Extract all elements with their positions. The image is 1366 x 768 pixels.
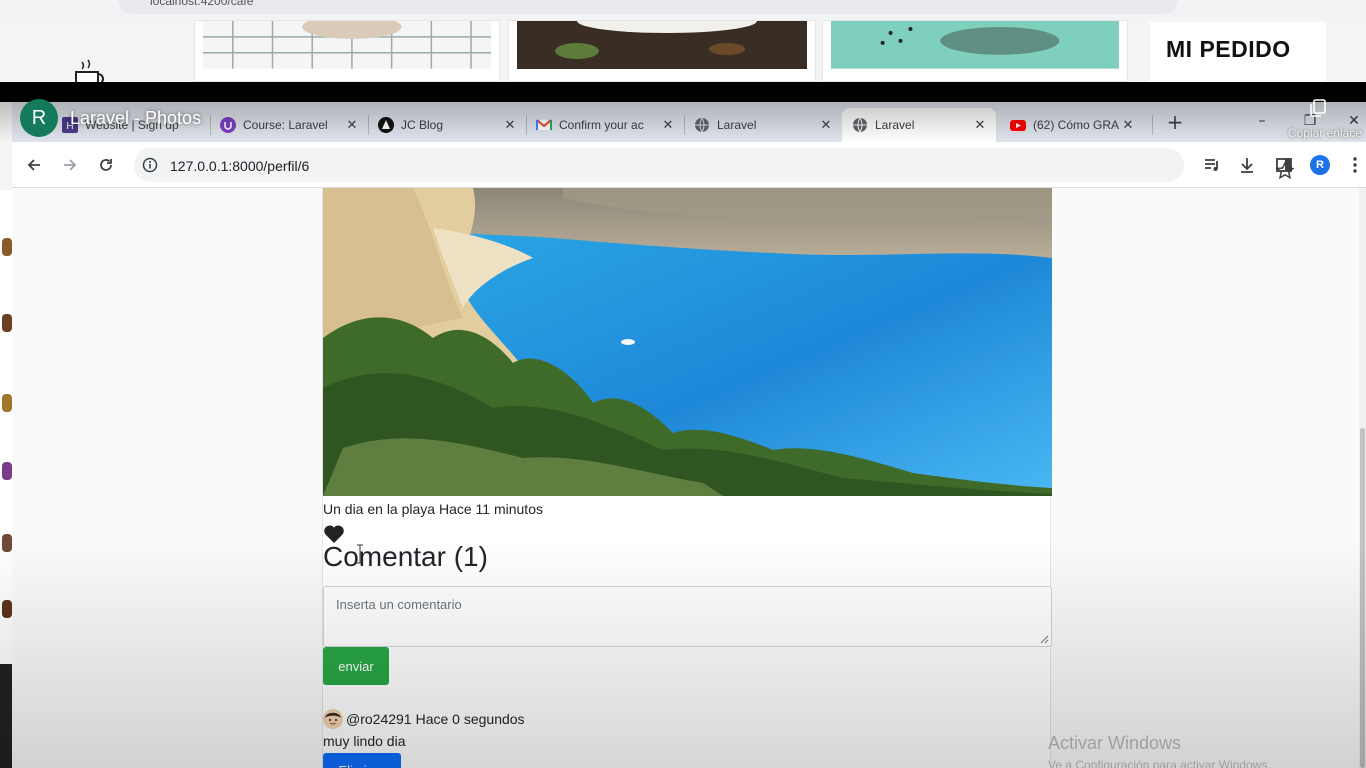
product-image [517, 21, 807, 69]
copy-icon [1310, 99, 1326, 117]
background-sidebar [0, 190, 12, 668]
close-icon[interactable]: ✕ [502, 117, 518, 133]
send-button[interactable]: enviar [323, 647, 389, 685]
post-caption: Un dia en la playa Hace 11 minutos [323, 501, 543, 517]
food-thumbnail [2, 394, 12, 412]
activation-subtitle: Ve a Configuración para activar Windows. [1048, 758, 1271, 768]
url-text[interactable]: 127.0.0.1:8000/perfil/6 [170, 158, 309, 174]
tab-strip: H Website | Sign up Course: Laravel ✕ JC… [12, 102, 1366, 142]
food-thumbnail [2, 534, 12, 552]
food-thumbnail [2, 600, 12, 618]
address-bar[interactable]: 127.0.0.1:8000/perfil/6 [134, 148, 1295, 182]
order-panel-title: MI PEDIDO [1166, 36, 1291, 62]
text-cursor-icon [357, 544, 363, 564]
comment-input[interactable] [323, 586, 1052, 647]
delete-comment-button[interactable]: Eliminar [323, 753, 401, 768]
tab-title: Confirm your ac [559, 118, 644, 132]
gmail-favicon-icon [536, 119, 552, 130]
tab-laravel-active[interactable]: Laravel ✕ [842, 108, 996, 142]
comment-text: muy lindo dia [323, 733, 406, 749]
forward-button[interactable] [58, 153, 82, 177]
comments-heading: Comentar (1) [323, 541, 488, 572]
channel-avatar[interactable]: R [20, 99, 58, 137]
product-card[interactable] [822, 20, 1128, 82]
comment-time: Hace 0 segundos [415, 711, 525, 727]
comment-meta: @ro24291 Hace 0 segundos [323, 708, 525, 730]
cafe-logo: Fresh COFF [4, 28, 116, 129]
scrollbar-thumb[interactable] [1360, 428, 1365, 768]
tab-title: Course: Laravel [243, 118, 328, 132]
page-scrollbar[interactable] [1359, 188, 1366, 768]
info-icon[interactable] [142, 157, 158, 173]
course-favicon-icon [220, 117, 236, 133]
background-edge [0, 664, 12, 768]
tab-title: Laravel [875, 118, 915, 132]
tab-youtube[interactable]: (62) Cómo GRA ✕ [1000, 108, 1144, 142]
download-icon[interactable] [1237, 155, 1257, 175]
close-icon[interactable]: ✕ [1120, 117, 1136, 133]
food-thumbnail [2, 462, 12, 480]
side-panel-icon[interactable] [1274, 155, 1294, 175]
video-title[interactable]: Laravel - Photos [70, 108, 201, 129]
tab-title: Laravel [717, 118, 757, 132]
tab-jc-blog[interactable]: JC Blog ✕ [368, 108, 526, 142]
blog-favicon-icon [378, 117, 394, 133]
reload-icon [100, 159, 112, 171]
food-thumbnail [2, 238, 12, 256]
close-icon[interactable]: ✕ [972, 117, 988, 133]
arrow-right-icon [64, 159, 77, 171]
globe-icon [853, 117, 867, 133]
post-card: Un dia en la playa Hace 11 minutos Comen… [322, 188, 1052, 768]
browser-toolbar: 127.0.0.1:8000/perfil/6 R [12, 142, 1366, 188]
reload-button[interactable] [94, 153, 118, 177]
minimize-button[interactable]: – [1250, 110, 1274, 134]
close-icon[interactable]: ✕ [344, 117, 360, 133]
resize-grip-icon[interactable] [1039, 634, 1049, 644]
new-tab-button[interactable]: + [1164, 112, 1186, 134]
product-image [831, 21, 1119, 69]
activation-title: Activar Windows [1048, 733, 1182, 753]
close-icon[interactable]: ✕ [660, 117, 676, 133]
more-menu-icon[interactable] [1348, 155, 1362, 175]
video-top-band [0, 82, 1366, 102]
windows-activation-watermark: Activar Windows Ve a Configuración para … [1048, 733, 1271, 768]
tab-title: (62) Cómo GRA [1033, 118, 1120, 132]
video-title-bar[interactable]: R Laravel - Photos [12, 96, 201, 140]
copy-link-button[interactable]: Copiar enlace [1276, 96, 1366, 142]
background-address-bar [118, 0, 1178, 14]
close-icon[interactable]: ✕ [818, 117, 834, 133]
post-photo[interactable] [323, 188, 1052, 496]
commenter-avatar[interactable] [323, 709, 343, 729]
profile-avatar[interactable]: R [1310, 155, 1330, 175]
arrow-left-icon [27, 159, 40, 171]
globe-icon [695, 117, 709, 133]
background-url: localhost:4200/cafe [150, 0, 254, 8]
page-viewport: Un dia en la playa Hace 11 minutos Comen… [12, 188, 1366, 768]
copy-link-label: Copiar enlace [1287, 126, 1362, 140]
food-thumbnail [2, 314, 12, 332]
comment-username[interactable]: @ro24291 [346, 711, 412, 727]
youtube-favicon-icon [1010, 120, 1026, 131]
tab-gmail-confirm[interactable]: Confirm your ac ✕ [526, 108, 684, 142]
back-button[interactable] [22, 153, 46, 177]
product-card[interactable] [194, 20, 500, 82]
media-playlist-icon[interactable] [1202, 155, 1222, 175]
tab-laravel[interactable]: Laravel ✕ [684, 108, 842, 142]
tab-course-laravel[interactable]: Course: Laravel ✕ [210, 108, 368, 142]
browser-window: H Website | Sign up Course: Laravel ✕ JC… [12, 102, 1366, 768]
product-card[interactable] [508, 20, 816, 82]
tab-title: JC Blog [401, 118, 444, 132]
tab-separator [1152, 115, 1153, 135]
product-image [203, 21, 491, 69]
